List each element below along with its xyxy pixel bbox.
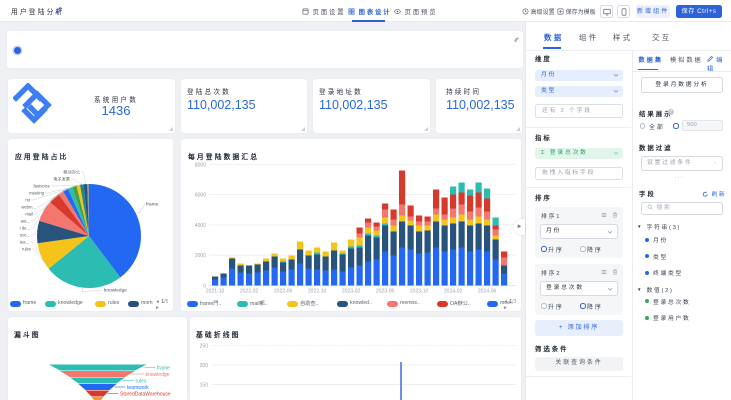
svg-text:teamwork: teamwork	[127, 385, 149, 391]
svg-text:电子发票: 电子发票	[53, 176, 70, 183]
svg-text:2024-06: 2024-06	[478, 289, 497, 295]
svg-text:150: 150	[200, 383, 209, 389]
svg-text:tea...: tea...	[20, 240, 29, 245]
svg-text:2023-06: 2023-06	[376, 289, 395, 295]
svg-text:meeting: meeting	[29, 191, 45, 196]
svg-text:I de...: I de...	[20, 226, 30, 231]
svg-text:2023-02: 2023-02	[342, 289, 361, 295]
svg-text:rules: rules	[22, 247, 31, 252]
svg-text:2022-06: 2022-06	[274, 289, 293, 295]
svg-text:2000: 2000	[195, 253, 206, 259]
svg-text:StoredDataWarehouse: StoredDataWarehouse	[120, 391, 171, 397]
svg-text:250: 250	[200, 344, 209, 350]
svg-text:8000: 8000	[195, 162, 206, 168]
svg-text:200: 200	[200, 363, 209, 369]
svg-text:4000: 4000	[195, 223, 206, 229]
svg-text:aut...: aut...	[21, 219, 30, 224]
svg-text:2022-10: 2022-10	[308, 289, 327, 295]
svg-text:webm...: webm...	[21, 205, 36, 210]
svg-text:2021-10: 2021-10	[206, 289, 225, 295]
svg-text:2022-02: 2022-02	[240, 289, 259, 295]
svg-text:soc...: soc...	[20, 233, 30, 238]
svg-text:2024-02: 2024-02	[444, 289, 463, 295]
svg-text:fastvoice: fastvoice	[33, 184, 50, 189]
svg-text:mail: mail	[25, 212, 33, 217]
svg-text:rules: rules	[136, 378, 147, 384]
svg-text:frame: frame	[146, 202, 159, 208]
svg-text:6000: 6000	[195, 193, 206, 199]
svg-text:移动办公: 移动办公	[63, 169, 81, 176]
svg-text:2023-10: 2023-10	[410, 289, 429, 295]
svg-text:knowledge: knowledge	[146, 372, 170, 378]
svg-text:rst: rst	[25, 198, 30, 203]
svg-text:frame: frame	[157, 365, 170, 371]
svg-text:knowledge: knowledge	[104, 288, 127, 294]
